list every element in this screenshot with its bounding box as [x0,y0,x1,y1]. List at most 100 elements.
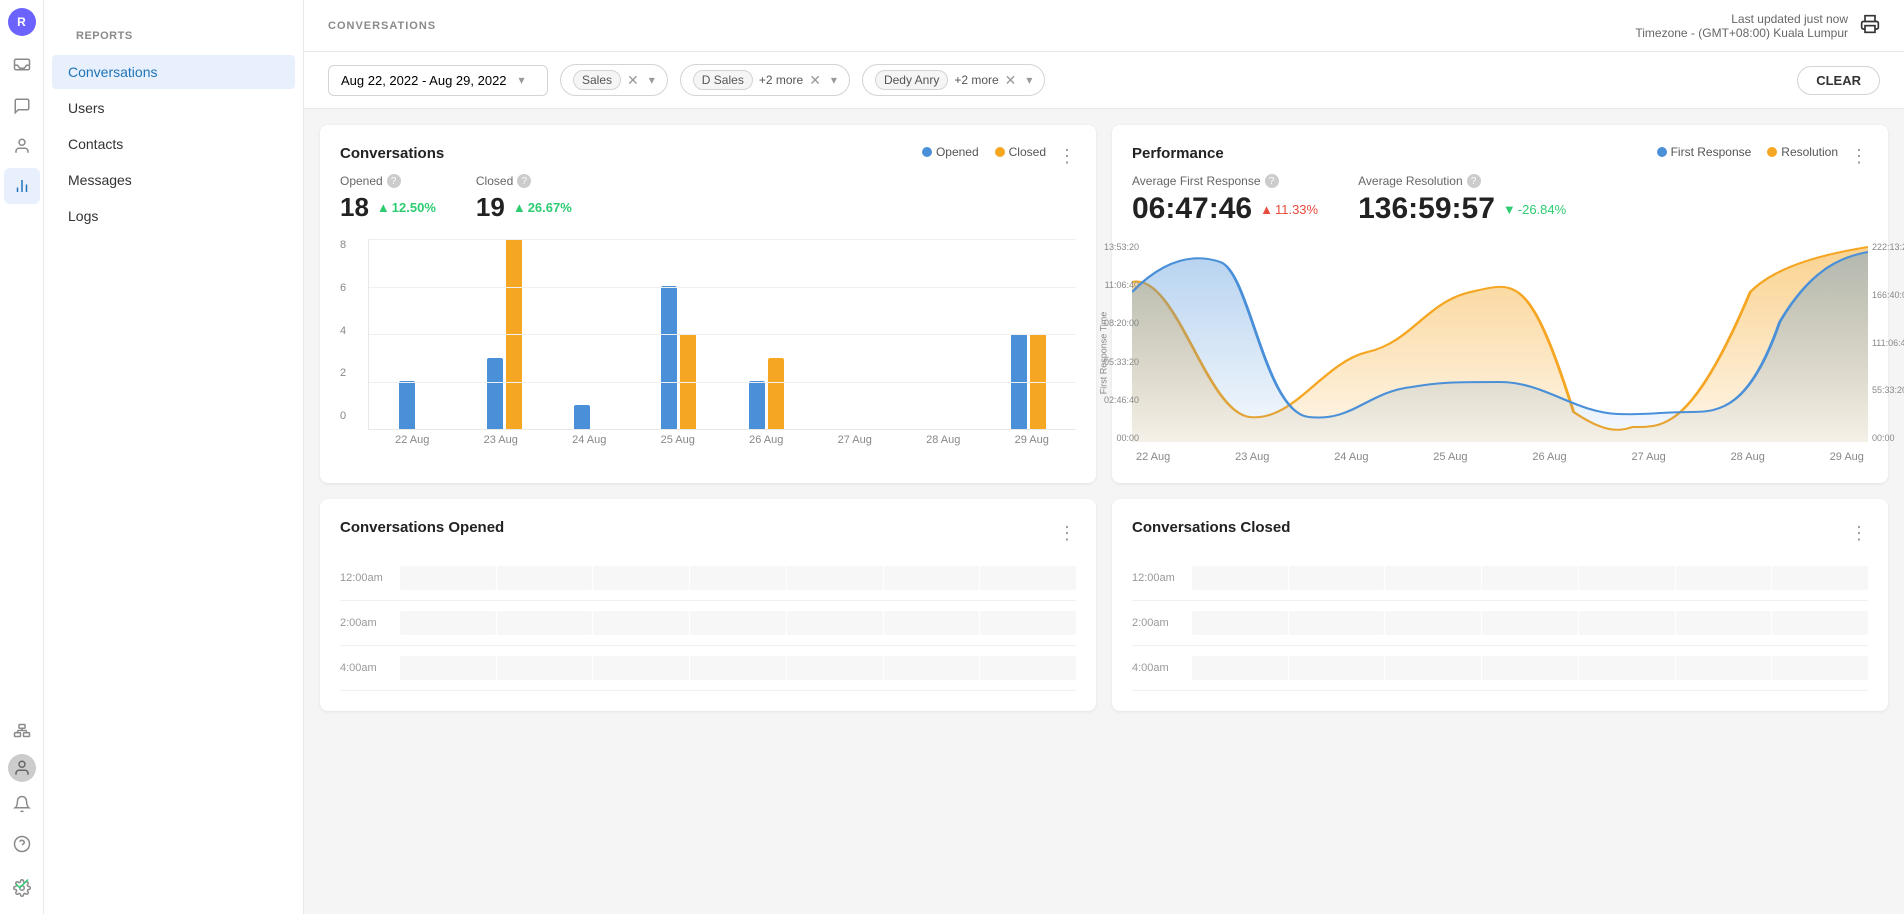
bar-chart-area: 8 6 4 2 0 [340,239,1076,446]
avg-first-label: Average First Response ? [1132,174,1318,188]
rail-bottom [4,714,40,902]
content-grid: Conversations Opened Closed ⋮ [304,109,1904,727]
conversations-card: Conversations Opened Closed ⋮ [320,125,1096,483]
y-axis: 8 6 4 2 0 [340,239,350,422]
area-chart-area: 22 Aug23 Aug24 Aug25 Aug 26 Aug27 Aug28 … [1132,242,1868,463]
agent-clear-icon[interactable]: ✕ [809,72,821,89]
date-chevron-icon: ▾ [519,73,525,87]
top-header: CONVERSATIONS Last updated just now Time… [304,0,1904,52]
conv-legend: Opened Closed [922,145,1046,159]
page-title: CONVERSATIONS [328,20,436,32]
sidebar-item-contacts[interactable]: Contacts [52,127,295,161]
x-label-2: 24 Aug [545,434,634,446]
conv-stats-row: Opened ? 18 ▲ 12.50% Closed ? [340,174,1076,223]
conv-closed-title: Conversations Closed [1132,519,1290,536]
user-chevron-icon: ▾ [1026,73,1032,87]
team-chevron-icon: ▾ [649,73,655,87]
avg-resolution-label: Average Resolution ? [1358,174,1566,188]
conv-opened-more-menu[interactable]: ⋮ [1058,523,1076,544]
team-badge: Sales [573,70,621,90]
avg-first-value: 06:47:46 [1132,192,1252,226]
x-label-7: 29 Aug [988,434,1077,446]
perf-stats-row: Average First Response ? 06:47:46 ▲ 11.3… [1132,174,1868,226]
avg-resolution-change: ▼ -26.84% [1503,202,1566,217]
opened-legend-label: Opened [936,145,979,159]
perf-x-labels: 22 Aug23 Aug24 Aug25 Aug 26 Aug27 Aug28 … [1132,451,1868,463]
org-icon[interactable] [4,714,40,750]
team-filter[interactable]: Sales ✕ ▾ [560,64,668,96]
bar-chart-inner [369,239,1076,429]
perf-y-right: 222:13:20 166:40:00 111:06:40 55:33:20 0… [1872,242,1904,443]
avg-resolution-info-icon[interactable]: ? [1467,174,1481,188]
sidebar-item-users[interactable]: Users [52,91,295,125]
timezone-text: Timezone - (GMT+08:00) Kuala Lumpur [1635,26,1848,40]
sidebar-item-logs[interactable]: Logs [52,199,295,233]
time-label-4: 4:00am [340,662,400,674]
sidebar: Reports Conversations Users Contacts Mes… [44,0,304,914]
closed-info-icon[interactable]: ? [517,174,531,188]
sidebar-item-conversations[interactable]: Conversations [52,55,295,89]
x-label-6: 28 Aug [899,434,988,446]
team-clear-icon[interactable]: ✕ [627,72,639,89]
bar-group-7 [985,334,1072,429]
inbox-icon[interactable] [4,48,40,84]
bar-group-4 [723,358,810,429]
check-icon[interactable] [4,866,40,902]
bar-group-0 [373,381,460,429]
opened-stat: Opened ? 18 ▲ 12.50% [340,174,436,223]
last-updated-text: Last updated just now [1635,12,1848,26]
x-label-1: 23 Aug [457,434,546,446]
conv-opened-card: Conversations Opened ⋮ 12:00am 2:00am [320,499,1096,711]
user-avatar-bottom[interactable] [8,754,36,782]
avg-first-info-icon[interactable]: ? [1265,174,1279,188]
user-badge: Dedy Anry [875,70,948,90]
print-icon[interactable] [1860,14,1880,37]
reports-icon[interactable] [4,168,40,204]
conv-closed-card: Conversations Closed ⋮ 12:00am 2:00am [1112,499,1888,711]
x-label-0: 22 Aug [368,434,457,446]
bar-opened-7 [1011,334,1027,429]
agent-badge: D Sales [693,70,753,90]
clear-button[interactable]: CLEAR [1797,66,1880,95]
closed-time-label-2: 2:00am [1132,617,1192,629]
icon-rail: R [0,0,44,914]
x-label-3: 25 Aug [634,434,723,446]
performance-card: Performance First Response Resolution ⋮ [1112,125,1888,483]
avg-first-stat: Average First Response ? 06:47:46 ▲ 11.3… [1132,174,1318,226]
conv-opened-title: Conversations Opened [340,519,504,536]
resolution-legend-dot [1767,147,1777,157]
x-label-5: 27 Aug [811,434,900,446]
perf-more-menu[interactable]: ⋮ [1850,146,1868,167]
first-response-legend-dot [1657,147,1667,157]
conv-opened-heatmap: 12:00am 2:00am 4:00am [340,556,1076,691]
bar-opened-0 [399,381,415,429]
contacts-icon[interactable] [4,128,40,164]
sidebar-section-title: Reports [60,14,287,46]
first-response-legend-label: First Response [1671,145,1752,159]
closed-value: 19 ▲ 26.67% [476,192,572,223]
conv-closed-more-menu[interactable]: ⋮ [1850,523,1868,544]
user-clear-icon[interactable]: ✕ [1005,72,1017,89]
filter-bar: Aug 22, 2022 - Aug 29, 2022 ▾ Sales ✕ ▾ … [304,52,1904,109]
user-avatar-initial[interactable]: R [8,8,36,36]
avg-resolution-stat: Average Resolution ? 136:59:57 ▼ -26.84% [1358,174,1566,226]
sidebar-item-messages[interactable]: Messages [52,163,295,197]
date-range-filter[interactable]: Aug 22, 2022 - Aug 29, 2022 ▾ [328,65,548,96]
chat-icon[interactable] [4,88,40,124]
avg-resolution-value: 136:59:57 [1358,192,1495,226]
opened-info-icon[interactable]: ? [387,174,401,188]
bar-opened-2 [574,405,590,429]
main-content: CONVERSATIONS Last updated just now Time… [304,0,1904,914]
bar-opened-1 [487,358,503,429]
time-label-12: 12:00am [340,572,400,584]
bell-icon[interactable] [4,786,40,822]
bar-group-1 [460,239,547,429]
closed-legend-label: Closed [1009,145,1046,159]
conv-more-menu[interactable]: ⋮ [1058,146,1076,167]
user-extra: +2 more [954,73,998,87]
bar-opened-4 [749,381,765,429]
user-filter[interactable]: Dedy Anry +2 more ✕ ▾ [862,64,1045,96]
agent-filter[interactable]: D Sales +2 more ✕ ▾ [680,64,850,96]
help-icon[interactable] [4,826,40,862]
bar-closed-4 [768,358,784,429]
